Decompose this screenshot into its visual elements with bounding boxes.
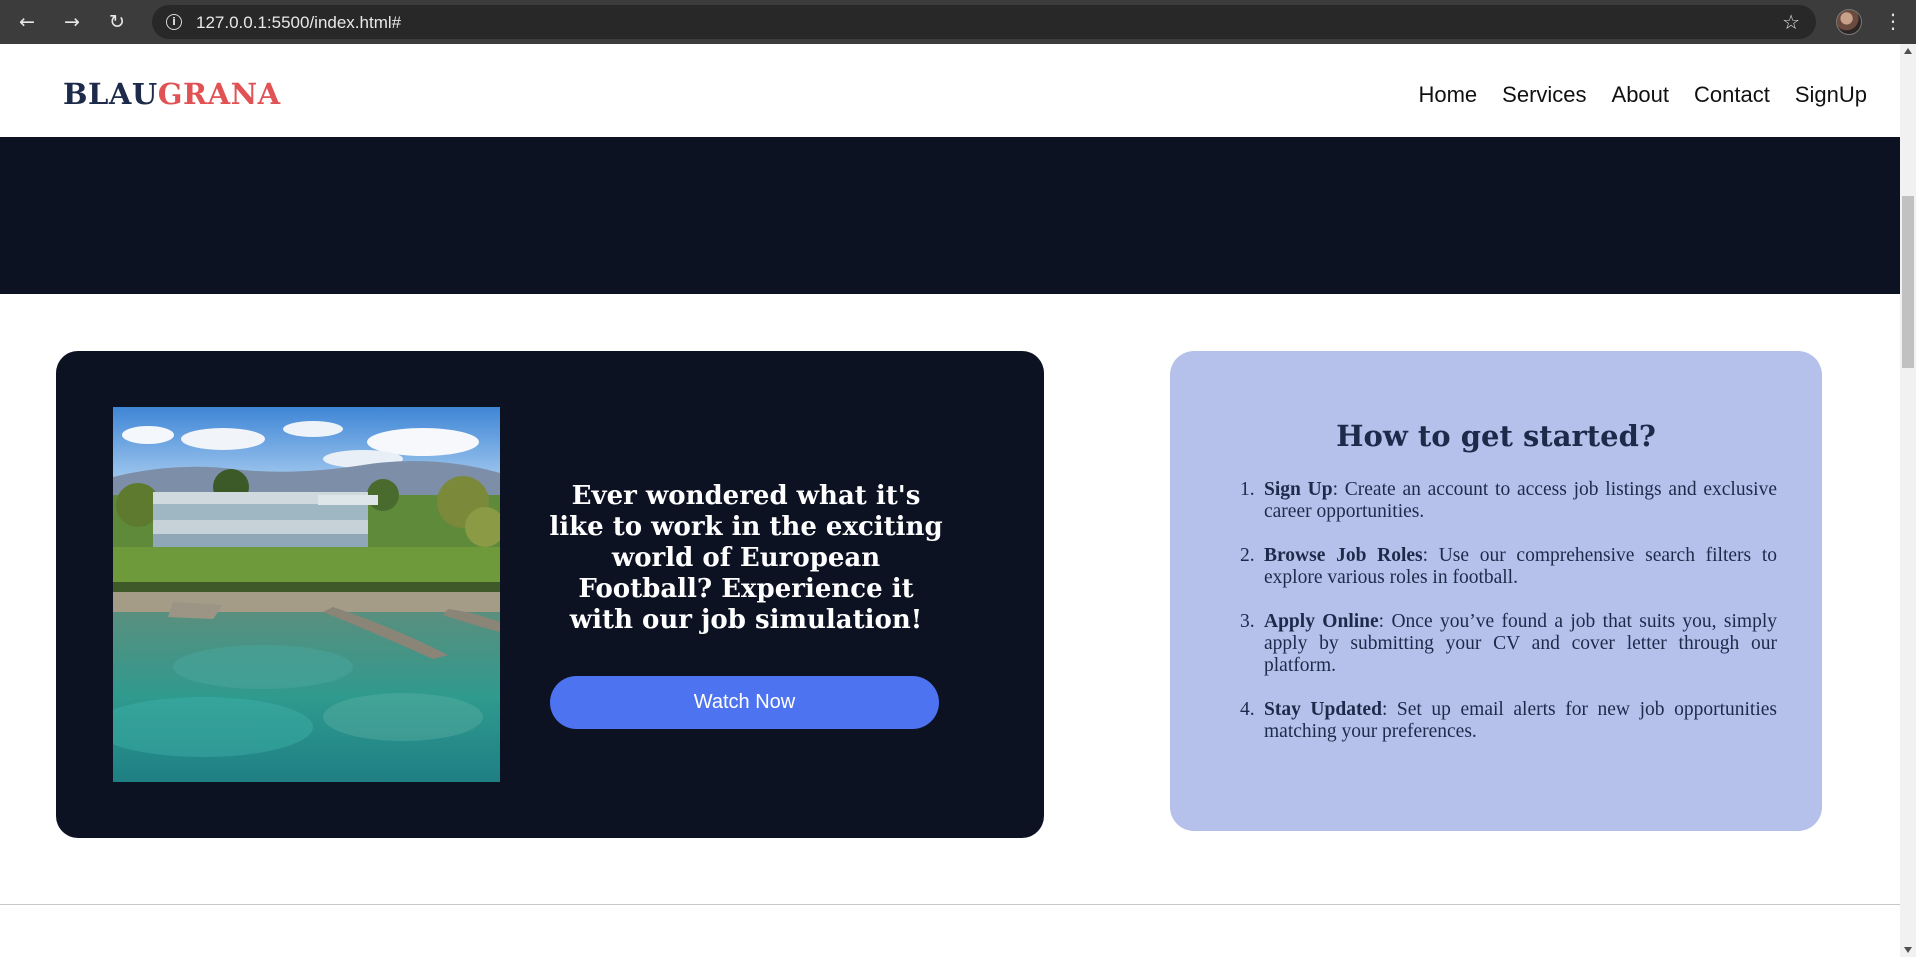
logo-grana: GRANA <box>157 77 281 111</box>
site-logo[interactable]: BLAUGRANA <box>63 77 281 111</box>
browser-toolbar: ← → ↻ i 127.0.0.1:5500/index.html# ☆ ⋮ <box>0 0 1916 44</box>
nav-contact[interactable]: Contact <box>1694 82 1770 108</box>
arrow-left-icon[interactable]: ← <box>16 11 38 33</box>
card-heading: Ever wondered what it's like to work in … <box>549 481 943 635</box>
list-item: 1. Sign Up: Create an account to access … <box>1240 479 1777 523</box>
nav-signup[interactable]: SignUp <box>1795 82 1867 108</box>
steps-list: 1. Sign Up: Create an account to access … <box>1240 479 1777 765</box>
step-number: 4. <box>1240 699 1255 720</box>
logo-blau: BLAU <box>63 77 158 111</box>
arrow-right-icon[interactable]: → <box>61 11 83 33</box>
info-icon[interactable]: i <box>166 14 182 30</box>
url-text[interactable]: 127.0.0.1:5500/index.html# <box>196 13 401 33</box>
star-icon[interactable]: ☆ <box>1782 10 1800 34</box>
page-scrollbar[interactable] <box>1900 44 1916 957</box>
profile-avatar[interactable] <box>1836 9 1862 35</box>
watch-now-button[interactable]: Watch Now <box>550 676 939 729</box>
site-header: BLAUGRANA Home Services About Contact Si… <box>0 44 1900 137</box>
scroll-down-icon[interactable] <box>1904 947 1912 953</box>
scrollbar-thumb[interactable] <box>1902 196 1914 368</box>
step-number: 1. <box>1240 479 1255 500</box>
nav-about[interactable]: About <box>1612 82 1670 108</box>
list-item: 3. Apply Online: Once you’ve found a job… <box>1240 611 1777 677</box>
list-item: 2. Browse Job Roles: Use our comprehensi… <box>1240 545 1777 589</box>
step-label: Stay Updated <box>1264 699 1382 720</box>
steps-title: How to get started? <box>1336 419 1656 453</box>
scroll-up-icon[interactable] <box>1904 48 1912 54</box>
step-label: Sign Up <box>1264 479 1333 500</box>
kebab-menu-icon[interactable]: ⋮ <box>1883 10 1903 32</box>
nav-home[interactable]: Home <box>1418 82 1477 108</box>
step-text: : Create an account to access job listin… <box>1264 479 1777 522</box>
getting-started-card: How to get started? 1. Sign Up: Create a… <box>1170 351 1822 831</box>
list-item: 4. Stay Updated: Set up email alerts for… <box>1240 699 1777 743</box>
address-bar[interactable]: i 127.0.0.1:5500/index.html# ☆ <box>152 5 1816 39</box>
lakeside-building-photo <box>113 407 500 782</box>
step-number: 2. <box>1240 545 1255 566</box>
reload-icon[interactable]: ↻ <box>106 11 128 33</box>
step-label: Browse Job Roles <box>1264 545 1423 566</box>
hero-band <box>0 137 1900 294</box>
step-label: Apply Online <box>1264 611 1379 632</box>
main-nav: Home Services About Contact SignUp <box>1418 82 1867 108</box>
step-number: 3. <box>1240 611 1255 632</box>
nav-services[interactable]: Services <box>1502 82 1586 108</box>
video-card: Ever wondered what it's like to work in … <box>56 351 1044 838</box>
section-divider <box>0 904 1900 905</box>
